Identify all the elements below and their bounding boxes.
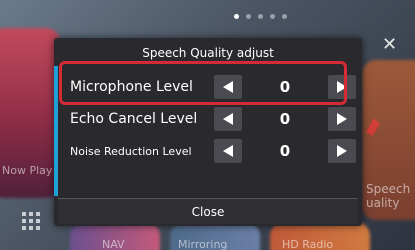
echo-cancel-level-value: 0 [279, 110, 291, 128]
close-icon[interactable]: ✕ [382, 36, 397, 54]
page-indicator [234, 14, 287, 19]
noise-reduction-level-row: Noise Reduction Level 0 [58, 138, 358, 164]
microphone-icon [366, 118, 380, 136]
speech-quality-side-label: Speech uality [366, 182, 410, 210]
left-triangle-icon [223, 145, 233, 157]
right-triangle-icon [337, 145, 347, 157]
echo-cancel-level-row: Echo Cancel Level 0 [58, 106, 358, 132]
row-label: Echo Cancel Level [70, 111, 198, 127]
row-label: Noise Reduction Level [70, 144, 192, 158]
mirroring-label: Mirroring [178, 238, 228, 250]
close-button[interactable]: Close [58, 198, 358, 224]
dialog-title: Speech Quality adjust [142, 46, 274, 60]
right-triangle-icon [337, 113, 347, 125]
nav-label: NAV [102, 238, 125, 250]
noise-reduction-level-value: 0 [279, 142, 291, 160]
echo-cancel-decrease-button[interactable] [214, 107, 242, 131]
page-dot [282, 14, 287, 19]
echo-cancel-level-stepper: 0 [214, 106, 356, 132]
page-dot [234, 14, 239, 19]
echo-cancel-increase-button[interactable] [328, 107, 356, 131]
noise-reduction-increase-button[interactable] [328, 139, 356, 163]
page-dot [270, 14, 275, 19]
page-dot [258, 14, 263, 19]
side-label-line2: uality [366, 196, 400, 210]
left-triangle-icon [223, 113, 233, 125]
now-playing-label: Now Play [2, 164, 53, 177]
noise-reduction-level-stepper: 0 [214, 138, 356, 164]
highlight-frame [59, 61, 347, 105]
noise-reduction-decrease-button[interactable] [214, 139, 242, 163]
grid-icon[interactable] [22, 212, 40, 230]
side-label-line1: Speech [366, 182, 411, 196]
page-dot [246, 14, 251, 19]
hd-radio-label: HD Radio [282, 238, 334, 250]
